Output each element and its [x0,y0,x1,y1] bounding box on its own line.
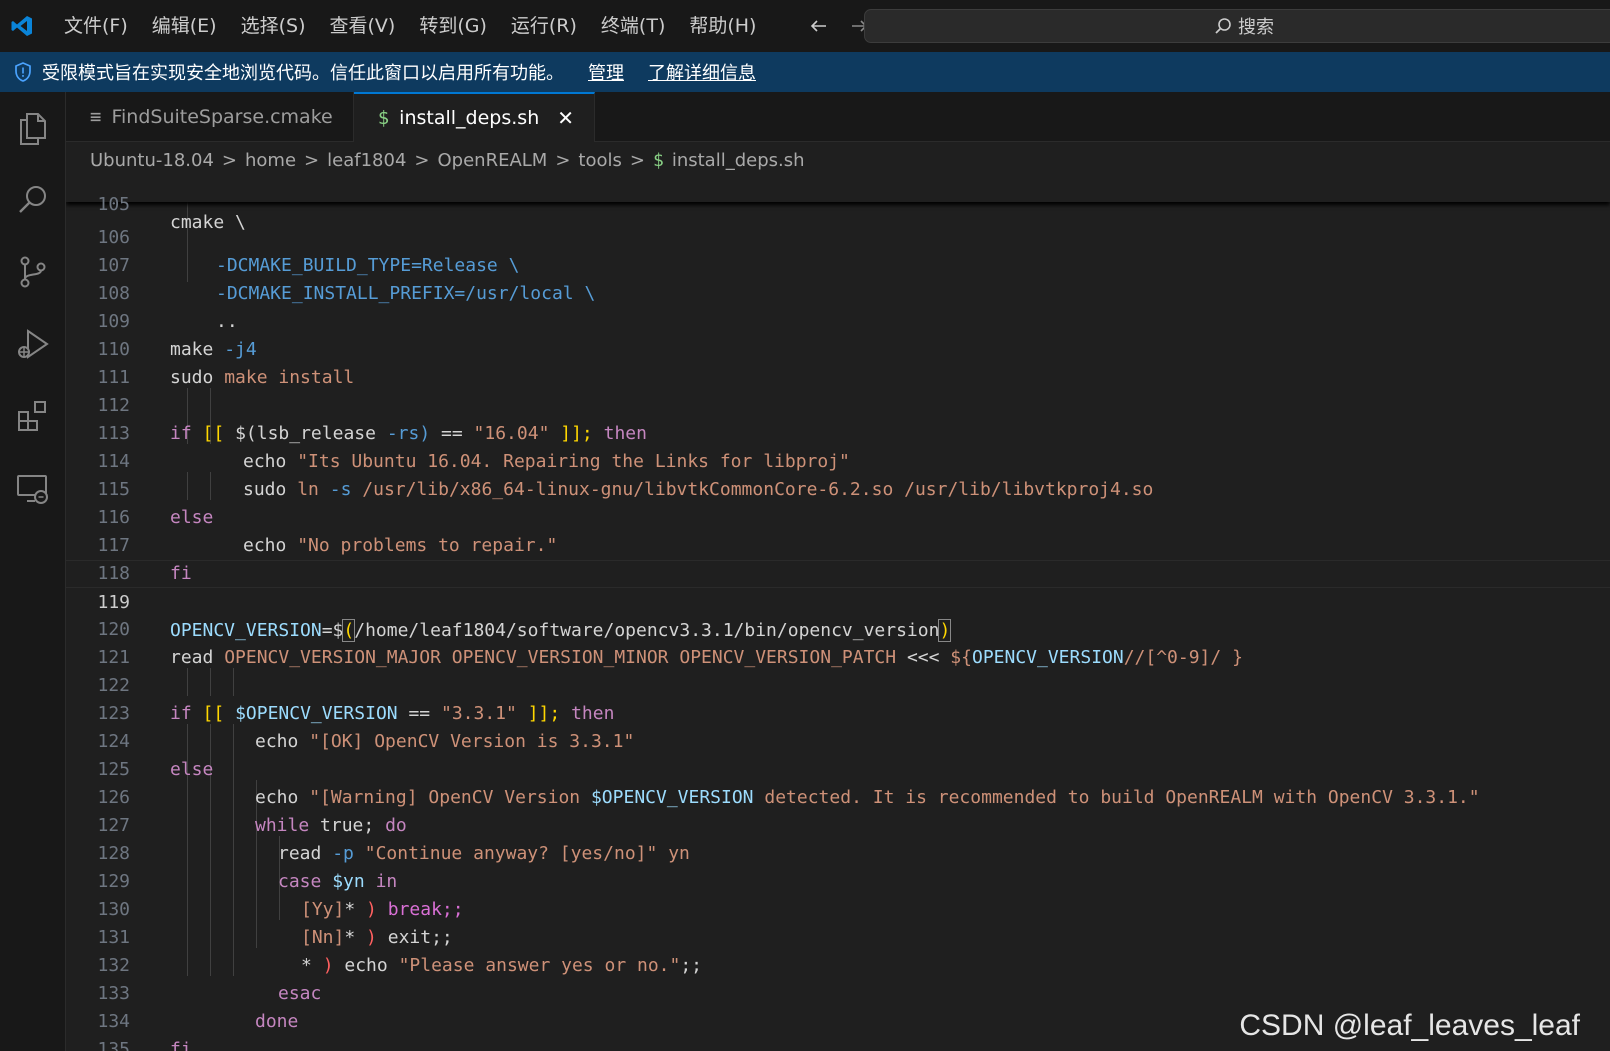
tab-install-deps[interactable]: $ install_deps.sh ✕ [353,92,595,142]
remote-explorer-icon[interactable] [0,452,66,524]
code-line[interactable]: 129 [Yy]* ) break;; [66,840,1610,920]
code-line[interactable]: 126 while true; do [66,756,1610,836]
breadcrumb-item[interactable]: home [245,150,296,171]
chevron-right-icon: > [414,149,430,171]
code-line[interactable]: 118 [66,532,1610,584]
code-line[interactable]: 124 else [66,700,1610,780]
code-line[interactable]: 132 esac [66,924,1610,1004]
code-line[interactable]: 114 sudo ln -s /usr/lib/x86_64-linux-gnu… [66,420,1610,500]
code-line[interactable]: 108 .. [66,252,1610,332]
code-line[interactable]: 127 read -p "Continue anyway? [yes/no]" … [66,784,1610,864]
code-line[interactable]: 130 [Nn]* ) exit;; [66,868,1610,948]
chevron-right-icon: > [629,149,645,171]
menu-bar: 文件(F) 编辑(E) 选择(S) 查看(V) 转到(G) 运行(R) 终端(T… [52,0,768,52]
breadcrumb-item[interactable]: OpenREALM [438,150,548,171]
menu-edit[interactable]: 编辑(E) [140,0,229,52]
restricted-mode-banner: 受限模式旨在实现安全地浏览代码。信任此窗口以启用所有功能。 管理 了解详细信息 [0,52,1610,92]
code-line[interactable]: 131 * ) echo "Please answer yes or no.";… [66,896,1610,976]
code-line[interactable]: 107 -DCMAKE_INSTALL_PREFIX=/usr/local \ [66,224,1610,304]
menu-selection[interactable]: 选择(S) [229,0,318,52]
breadcrumb-item[interactable]: leaf1804 [327,150,406,171]
tab-label: install_deps.sh [399,107,540,129]
breadcrumb-item[interactable]: install_deps.sh [672,150,805,171]
code-line[interactable]: 109 make -j4 [66,280,1610,360]
tab-label: FindSuiteSparse.cmake [111,106,333,128]
breadcrumb: Ubuntu-18.04 > home > leaf1804 > OpenREA… [66,142,1610,178]
code-line[interactable]: 133 done [66,952,1610,1032]
code-line[interactable]: 123 echo "[OK] OpenCV Version is 3.3.1" [66,672,1610,752]
code-line[interactable]: 125 echo "[Warning] OpenCV Version $OPEN… [66,728,1610,808]
menu-help[interactable]: 帮助(H) [677,0,768,52]
vscode-logo-icon [2,0,42,52]
explorer-icon[interactable] [0,92,66,164]
close-icon[interactable]: ✕ [557,106,574,130]
code-line[interactable]: 122 if [[ $OPENCV_VERSION == "3.3.1" ]];… [66,644,1610,724]
breadcrumb-item[interactable]: tools [578,150,621,171]
line-number: 105 [97,194,130,215]
shell-file-icon: $ [652,149,664,171]
tab-findsuitesparse[interactable]: ≡ FindSuiteSparse.cmake [66,92,354,142]
code-line[interactable]: 113 echo "Its Ubuntu 16.04. Repairing th… [66,392,1610,472]
learn-more-link[interactable]: 了解详细信息 [648,59,756,85]
activity-bar [0,92,66,1051]
chevron-right-icon: > [304,149,320,171]
sticky-scroll-line[interactable]: 105 cmake \ [66,178,1610,232]
search-label: 搜索 [1238,17,1274,38]
code-line[interactable]: 116 echo "No problems to repair." [66,476,1610,556]
code-line-current[interactable]: 119 OPENCV_VERSION=$(/home/leaf1804/soft… [66,560,1610,642]
command-center-search[interactable]: 搜索 [864,9,1610,43]
code-line[interactable]: 115 else [66,448,1610,528]
menu-terminal[interactable]: 终端(T) [589,0,677,52]
file-lines-icon: ≡ [90,106,102,128]
chevron-right-icon: > [555,149,571,171]
title-bar: 文件(F) 编辑(E) 选择(S) 查看(V) 转到(G) 运行(R) 终端(T… [0,0,1610,52]
shield-icon [12,61,34,83]
menu-view[interactable]: 查看(V) [318,0,408,52]
watermark: CSDN @leaf_leaves_leaf [1239,1009,1580,1042]
code-text: cmake \ [170,212,246,233]
search-icon[interactable] [0,164,66,236]
breadcrumb-item[interactable]: Ubuntu-18.04 [90,150,214,171]
run-debug-icon[interactable] [0,308,66,380]
code-line[interactable]: 117 fi [66,504,1610,584]
code-line[interactable]: 120 read OPENCV_VERSION_MAJOR OPENCV_VER… [66,588,1610,668]
code-line[interactable]: 111 [66,336,1610,388]
code-line[interactable]: 121 [66,616,1610,668]
code-line[interactable]: 112 if [[ $(lsb_release -rs) == "16.04" … [66,364,1610,444]
editor-tabs: ≡ FindSuiteSparse.cmake $ install_deps.s… [66,92,1610,142]
back-arrow-icon[interactable] [808,15,830,37]
nav-arrows [808,15,870,37]
code-line[interactable]: 134 fi [66,980,1610,1051]
search-icon [1215,18,1231,34]
line-number: 135 [97,1039,130,1051]
shell-file-icon: $ [377,107,390,129]
code-editor[interactable]: 105 cmake \ 106 -DCMAKE_BUILD_TYPE=Relea… [66,178,1610,1051]
menu-file[interactable]: 文件(F) [52,0,140,52]
code-line[interactable]: 110 sudo make install [66,308,1610,388]
banner-message: 受限模式旨在实现安全地浏览代码。信任此窗口以启用所有功能。 [42,63,564,84]
extensions-icon[interactable] [0,380,66,452]
chevron-right-icon: > [221,149,238,171]
menu-run[interactable]: 运行(R) [499,0,589,52]
manage-link[interactable]: 管理 [588,59,624,85]
source-control-icon[interactable] [0,236,66,308]
menu-go[interactable]: 转到(G) [407,0,499,52]
code-text: fi [170,1039,192,1051]
code-line[interactable]: 128 case $yn in [66,812,1610,892]
